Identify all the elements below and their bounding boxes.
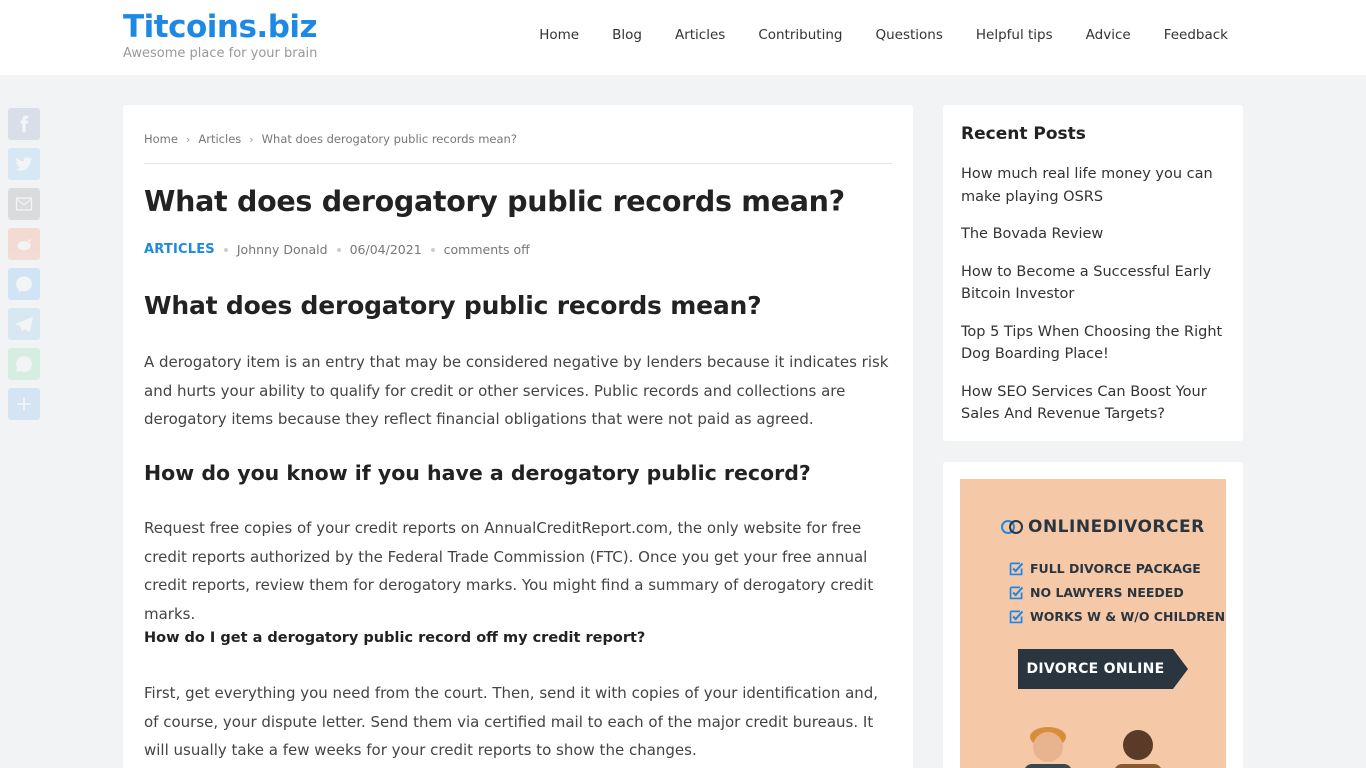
site-header: Titcoins.biz Awesome place for your brai…	[0, 0, 1366, 75]
checkmark-icon	[1009, 562, 1024, 575]
checkmark-icon	[1009, 610, 1024, 623]
chevron-right-icon: ›	[185, 132, 191, 146]
post-meta: ARTICLES Johnny Donald 06/04/2021 commen…	[144, 242, 530, 257]
paragraph: A derogatory item is an entry that may b…	[144, 353, 889, 429]
recent-post-link[interactable]: The Bovada Review	[961, 223, 1231, 246]
nav-blog[interactable]: Blog	[612, 27, 642, 43]
section-heading: How do I get a derogatory public record …	[144, 630, 646, 646]
paragraph: Request free copies of your credit repor…	[144, 519, 874, 624]
nav-articles[interactable]: Articles	[675, 27, 725, 43]
recent-posts-list: How much real life money you can make pl…	[961, 163, 1231, 441]
paragraph: First, get everything you need from the …	[144, 684, 879, 760]
divider	[144, 163, 892, 164]
ad-banner[interactable]: ONLINEDIVORCER FULL DIVORCE PACKAGE NO L…	[960, 479, 1226, 768]
ad-people-illustration	[1025, 727, 1161, 768]
ad-feature: NO LAWYERS NEEDED	[1008, 580, 1225, 604]
breadcrumb-home[interactable]: Home	[144, 132, 178, 146]
comments-status: comments off	[443, 242, 530, 257]
reddit-icon[interactable]	[8, 228, 40, 260]
ad-brand: ONLINEDIVORCER	[1000, 517, 1205, 537]
meta-separator	[430, 247, 435, 252]
ad-features: FULL DIVORCE PACKAGE NO LAWYERS NEEDED W…	[1008, 556, 1225, 628]
twitter-icon[interactable]	[8, 148, 40, 180]
breadcrumb-current: What does derogatory public records mean…	[261, 132, 517, 146]
facebook-icon[interactable]	[8, 108, 40, 140]
category-link[interactable]: ARTICLES	[144, 242, 215, 257]
messenger-icon[interactable]	[8, 268, 40, 300]
ad-feature: WORKS W & W/O CHILDREN	[1008, 604, 1225, 628]
page-title: What does derogatory public records mean…	[144, 185, 845, 218]
share-bar	[8, 108, 40, 428]
site-tagline: Awesome place for your brain	[123, 46, 318, 61]
main-nav: Home Blog Articles Contributing Question…	[506, 27, 1228, 43]
nav-home[interactable]: Home	[539, 27, 579, 43]
chevron-right-icon: ›	[249, 132, 254, 146]
recent-post-link[interactable]: How to Become a Successful Early Bitcoin…	[961, 261, 1231, 306]
nav-advice[interactable]: Advice	[1086, 27, 1131, 43]
rings-icon	[1001, 520, 1023, 534]
telegram-icon[interactable]	[8, 308, 40, 340]
recent-posts-widget: Recent Posts How much real life money yo…	[943, 105, 1243, 441]
post-date: 06/04/2021	[349, 242, 422, 257]
recent-post-link[interactable]: How much real life money you can make pl…	[961, 163, 1231, 208]
site-logo[interactable]: Titcoins.biz	[123, 9, 318, 45]
breadcrumb: Home › Articles › What does derogatory p…	[144, 132, 517, 146]
whatsapp-icon[interactable]	[8, 348, 40, 380]
share-icon[interactable]	[8, 388, 40, 420]
article-card: Home › Articles › What does derogatory p…	[123, 105, 913, 768]
ad-widget: ONLINEDIVORCER FULL DIVORCE PACKAGE NO L…	[943, 462, 1243, 768]
ad-cta-button[interactable]: DIVORCE ONLINE	[1018, 649, 1173, 689]
recent-post-link[interactable]: Top 5 Tips When Choosing the Right Dog B…	[961, 321, 1231, 366]
recent-post-link[interactable]: How SEO Services Can Boost Your Sales An…	[961, 381, 1231, 426]
nav-contributing[interactable]: Contributing	[758, 27, 842, 43]
meta-separator	[336, 247, 341, 252]
breadcrumb-articles[interactable]: Articles	[198, 132, 241, 146]
meta-separator	[223, 247, 228, 252]
email-icon[interactable]	[8, 188, 40, 220]
nav-feedback[interactable]: Feedback	[1164, 27, 1228, 43]
author-name[interactable]: Johnny Donald	[237, 242, 328, 257]
ad-feature: FULL DIVORCE PACKAGE	[1008, 556, 1225, 580]
nav-questions[interactable]: Questions	[875, 27, 942, 43]
checkmark-icon	[1009, 586, 1024, 599]
section-heading: What does derogatory public records mean…	[144, 291, 762, 320]
nav-helpful-tips[interactable]: Helpful tips	[976, 27, 1053, 43]
section-heading: How do you know if you have a derogatory…	[144, 461, 811, 485]
ad-brand-name: ONLINEDIVORCER	[1028, 517, 1205, 537]
widget-title: Recent Posts	[961, 124, 1086, 144]
